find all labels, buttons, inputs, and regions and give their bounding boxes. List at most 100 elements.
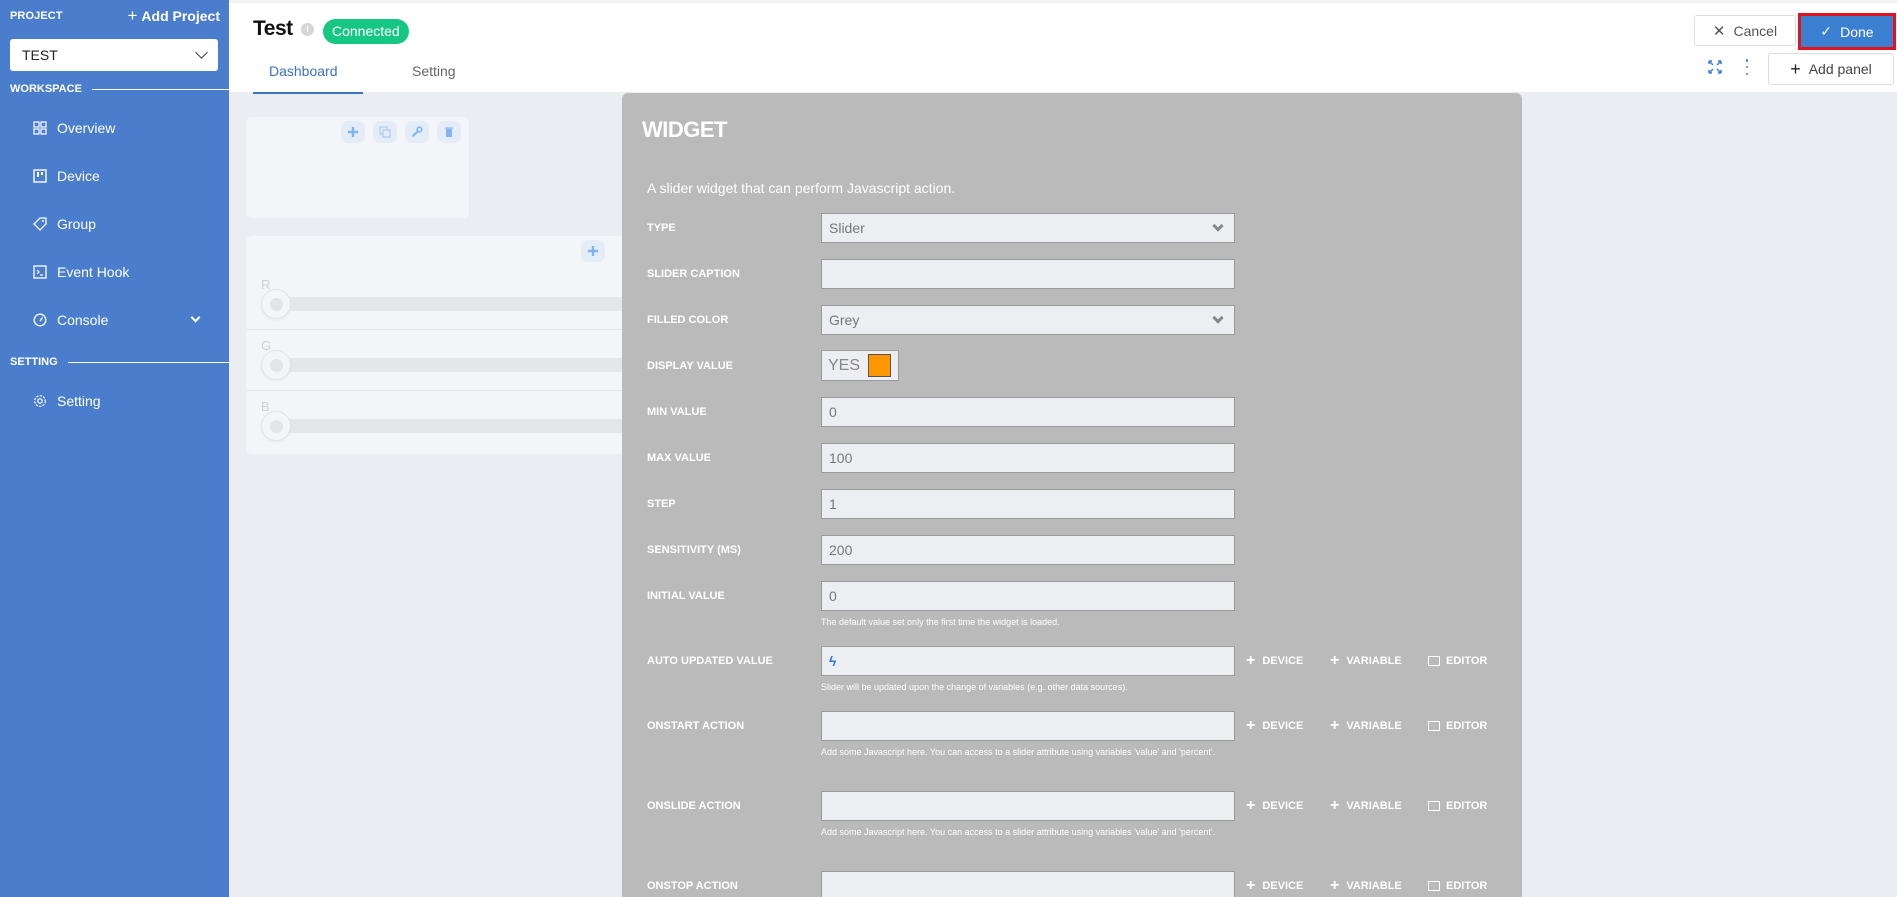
cancel-button[interactable]: ✕ Cancel [1694,15,1796,46]
type-select[interactable]: Slider [821,213,1235,243]
panel-add-button[interactable] [581,240,605,262]
done-label: Done [1840,23,1874,40]
step-value: 1 [829,496,837,512]
active-tab-indicator [253,92,363,94]
editor-button[interactable]: EDITOR [1428,880,1487,892]
device-label: DEVICE [1262,720,1304,732]
plus-icon: + [1246,797,1256,814]
slider-caption-input[interactable] [821,259,1235,289]
sidebar-item-console[interactable]: Console [0,302,229,338]
plus-icon: + [1330,797,1340,814]
auto-updated-value-label: AUTO UPDATED VALUE [647,655,773,667]
check-icon: ✓ [1820,23,1833,39]
fullscreen-icon[interactable] [1708,60,1722,74]
more-options-icon[interactable] [1744,59,1750,75]
display-value-toggle[interactable]: YES [821,350,899,381]
onstop-action-label: ONSTOP ACTION [647,880,738,892]
add-variable-button[interactable]: + VARIABLE [1330,797,1428,815]
device-label: DEVICE [1262,655,1304,667]
edit-icon [1428,881,1440,891]
initial-value-input[interactable]: 0 [821,581,1235,611]
plus-icon: + [1246,717,1256,734]
tab-setting[interactable]: Setting [412,63,456,79]
widget-modal: WIDGET A slider widget that can perform … [622,93,1522,897]
add-device-button[interactable]: + DEVICE [1246,877,1330,895]
dashboard-panel [246,117,469,218]
add-variable-button[interactable]: + VARIABLE [1330,717,1428,735]
copy-icon [379,126,391,138]
step-input[interactable]: 1 [821,489,1235,519]
variable-label: VARIABLE [1346,655,1402,667]
panel-duplicate-button[interactable] [373,121,397,143]
add-panel-label: Add panel [1808,61,1872,77]
variable-label: VARIABLE [1346,720,1402,732]
workspace-label: WORKSPACE [10,83,82,95]
panel-add-button[interactable] [341,121,365,143]
chevron-down-icon [195,46,208,59]
slider-handle[interactable] [261,350,291,380]
device-board-icon [33,169,47,183]
max-value-input[interactable]: 100 [821,443,1235,473]
sidebar-item-setting[interactable]: Setting [0,383,229,419]
slider-handle[interactable] [261,289,291,319]
add-project-button[interactable]: + Add Project [127,6,220,26]
sidebar-item-overview[interactable]: Overview [0,110,229,146]
initial-value-help: The default value set only the first tim… [821,617,1060,627]
onstart-action-help: Add some Javascript here. You can access… [821,747,1216,757]
tag-icon [33,217,47,231]
sidebar-item-event-hook[interactable]: Event Hook [0,254,229,290]
add-variable-button[interactable]: + VARIABLE [1330,877,1428,895]
min-value: 0 [829,404,837,420]
onstop-action-input[interactable] [821,871,1235,897]
tab-dashboard[interactable]: Dashboard [269,63,338,79]
slider-track[interactable] [276,419,646,433]
slider-track[interactable] [276,297,646,311]
panel-settings-button[interactable] [405,121,429,143]
filled-color-label: FILLED COLOR [647,314,729,326]
add-device-button[interactable]: + DEVICE [1246,797,1330,815]
plus-icon: + [127,6,138,25]
add-device-button[interactable]: + DEVICE [1246,652,1330,670]
sensitivity-value: 200 [829,542,853,558]
panel-delete-button[interactable] [437,121,461,143]
add-variable-button[interactable]: + VARIABLE [1330,652,1428,670]
step-label: STEP [647,498,676,510]
done-button[interactable]: ✓ Done [1798,13,1896,50]
device-label: DEVICE [1262,800,1304,812]
onslide-action-input[interactable] [821,791,1235,821]
initial-value: 0 [829,588,837,604]
min-value-label: MIN VALUE [647,406,707,418]
slider-track[interactable] [276,358,646,372]
editor-button[interactable]: EDITOR [1428,720,1487,732]
sidebar-item-label: Group [57,216,96,232]
plus-icon: + [1330,877,1340,894]
modal-title: WIDGET [642,117,728,142]
page-title: Test [253,17,293,40]
add-panel-button[interactable]: + Add panel [1768,53,1894,85]
project-select[interactable]: TEST [10,39,218,71]
plus-icon: + [1246,877,1256,894]
type-value: Slider [829,220,865,236]
slider-handle[interactable] [261,411,291,441]
info-icon[interactable]: i [301,23,314,36]
sidebar-item-label: Device [57,168,100,184]
auto-updated-value-input[interactable]: ϟ [821,646,1235,676]
add-device-button[interactable]: + DEVICE [1246,717,1330,735]
editor-button[interactable]: EDITOR [1428,655,1487,667]
filled-color-select[interactable]: Grey [821,305,1235,335]
slider-caption-label: SLIDER CAPTION [647,268,740,280]
sidebar-item-group[interactable]: Group [0,206,229,242]
gauge-icon [33,313,47,327]
initial-value-label: INITIAL VALUE [647,590,725,602]
grid-icon [33,121,47,135]
onstop-action-actions: + DEVICE + VARIABLE EDITOR [1246,871,1487,897]
sensitivity-input[interactable]: 200 [821,535,1235,565]
edit-icon [1428,656,1440,666]
plus-icon: + [1330,652,1340,669]
min-value-input[interactable]: 0 [821,397,1235,427]
plus-icon: + [1246,652,1256,669]
sidebar-item-device[interactable]: Device [0,158,229,194]
editor-button[interactable]: EDITOR [1428,800,1487,812]
editor-label: EDITOR [1446,720,1488,732]
onstart-action-input[interactable] [821,711,1235,741]
